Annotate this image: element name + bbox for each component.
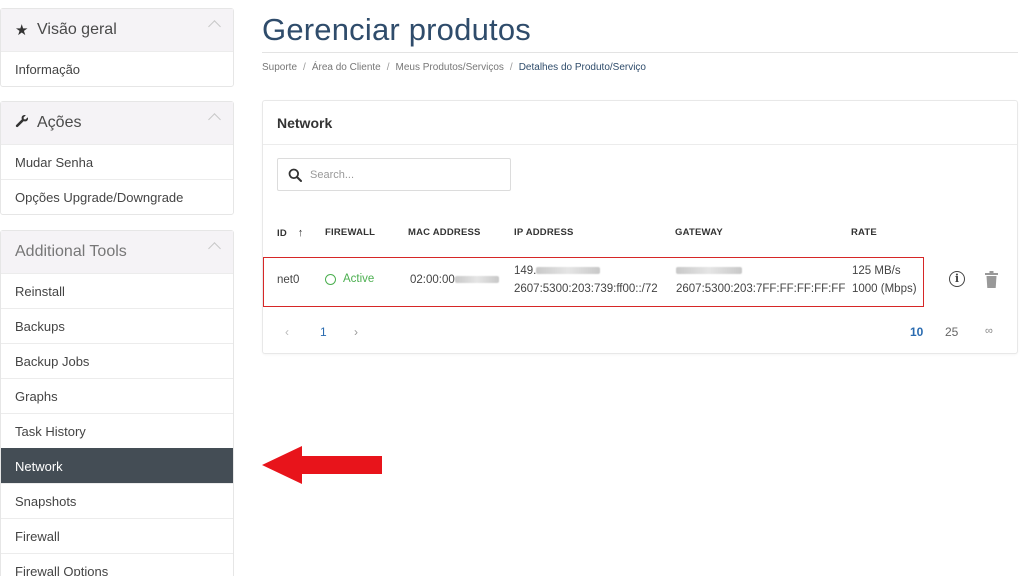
actions-panel-title: Ações (37, 114, 82, 131)
additional-tools-header[interactable]: Additional Tools (1, 231, 233, 273)
search-box[interactable] (277, 158, 511, 191)
sidebar-item-reinstall[interactable]: Reinstall (1, 273, 233, 308)
column-header-mac[interactable]: MAC ADDRESS (408, 227, 481, 238)
actions-panel: Ações Mudar Senha Opções Upgrade/Downgra… (0, 101, 234, 215)
cell-firewall: Active (325, 273, 374, 285)
title-divider (262, 52, 1018, 53)
column-header-firewall[interactable]: FIREWALL (325, 227, 375, 238)
ip-v4-value: 149. (514, 265, 537, 277)
page-size-all[interactable]: ∞ (985, 325, 993, 337)
chevron-up-icon[interactable] (208, 242, 221, 255)
sort-arrow-up-icon: ↑ (297, 227, 304, 239)
cell-id: net0 (277, 274, 300, 286)
trash-icon[interactable] (985, 271, 998, 288)
cell-gateway-v6: 2607:5300:203:7FF:FF:FF:FF:FF (676, 283, 846, 295)
page-title: Gerenciar produtos (262, 12, 531, 47)
sidebar-item-upgrade-downgrade[interactable]: Opções Upgrade/Downgrade (1, 179, 233, 214)
overview-panel: ★ Visão geral Informação (0, 8, 234, 87)
breadcrumb-area-cliente[interactable]: Área do Cliente (312, 62, 381, 73)
cell-ip-v4: 149. (514, 265, 601, 277)
breadcrumb-suporte[interactable]: Suporte (262, 62, 297, 73)
column-header-id[interactable]: ID ↑ (277, 227, 303, 239)
cell-gateway-v4 (676, 265, 742, 277)
sidebar-item-snapshots[interactable]: Snapshots (1, 483, 233, 518)
sidebar-item-task-history[interactable]: Task History (1, 413, 233, 448)
page-size-10[interactable]: 10 (910, 325, 923, 339)
sidebar-item-backup-jobs[interactable]: Backup Jobs (1, 343, 233, 378)
column-header-rate[interactable]: RATE (851, 227, 877, 238)
cell-ip-v6: 2607:5300:203:739:ff00::/72 (514, 283, 658, 295)
overview-panel-header[interactable]: ★ Visão geral (1, 9, 233, 51)
pagination-next-button[interactable]: › (354, 325, 358, 339)
pagination-page-1[interactable]: 1 (320, 325, 327, 339)
mac-value: 02:00:00 (410, 274, 455, 286)
page-size-25[interactable]: 25 (945, 325, 958, 339)
cell-rate-mbs: 125 MB/s (852, 265, 901, 277)
pagination-prev-button[interactable]: ‹ (285, 325, 289, 339)
redacted-ip (536, 267, 601, 275)
cell-mac: 02:00:00 (410, 274, 499, 286)
actions-panel-header[interactable]: Ações (1, 102, 233, 144)
sidebar-item-firewall-options[interactable]: Firewall Options (1, 553, 233, 576)
breadcrumb-current: Detalhes do Produto/Serviço (518, 62, 646, 73)
network-card: Network ID ↑ FIREWALL MAC ADDRESS IP ADD… (262, 100, 1018, 354)
redacted-mac (454, 276, 499, 284)
chevron-up-icon[interactable] (208, 113, 221, 126)
active-status-icon (325, 273, 336, 285)
cell-rate-mbps: 1000 (Mbps) (852, 283, 917, 295)
overview-panel-title: Visão geral (37, 21, 117, 38)
sidebar-item-mudar-senha[interactable]: Mudar Senha (1, 144, 233, 179)
redacted-gateway (676, 267, 742, 275)
network-card-title: Network (263, 101, 1017, 145)
info-icon[interactable]: i (949, 271, 965, 287)
additional-tools-panel: Additional Tools Reinstall Backups Backu… (0, 230, 234, 576)
breadcrumb-meus-produtos[interactable]: Meus Produtos/Serviços (396, 62, 504, 73)
sidebar-item-network[interactable]: Network (1, 448, 233, 483)
chevron-up-icon[interactable] (208, 20, 221, 33)
sidebar-item-firewall[interactable]: Firewall (1, 518, 233, 553)
sidebar-item-backups[interactable]: Backups (1, 308, 233, 343)
red-arrow-annotation (262, 446, 382, 484)
star-icon: ★ (15, 22, 29, 39)
breadcrumb: Suporte / Área do Cliente / Meus Produto… (262, 62, 646, 73)
additional-tools-title: Additional Tools (15, 243, 127, 260)
sidebar-item-informacao[interactable]: Informação (1, 51, 233, 86)
search-input[interactable] (310, 168, 490, 181)
wrench-icon (15, 114, 31, 132)
column-id-label: ID (277, 228, 287, 239)
firewall-status-text: Active (343, 273, 375, 285)
search-icon (288, 168, 302, 182)
sidebar-item-graphs[interactable]: Graphs (1, 378, 233, 413)
column-header-gateway[interactable]: GATEWAY (675, 227, 723, 238)
column-header-ip[interactable]: IP ADDRESS (514, 227, 574, 238)
